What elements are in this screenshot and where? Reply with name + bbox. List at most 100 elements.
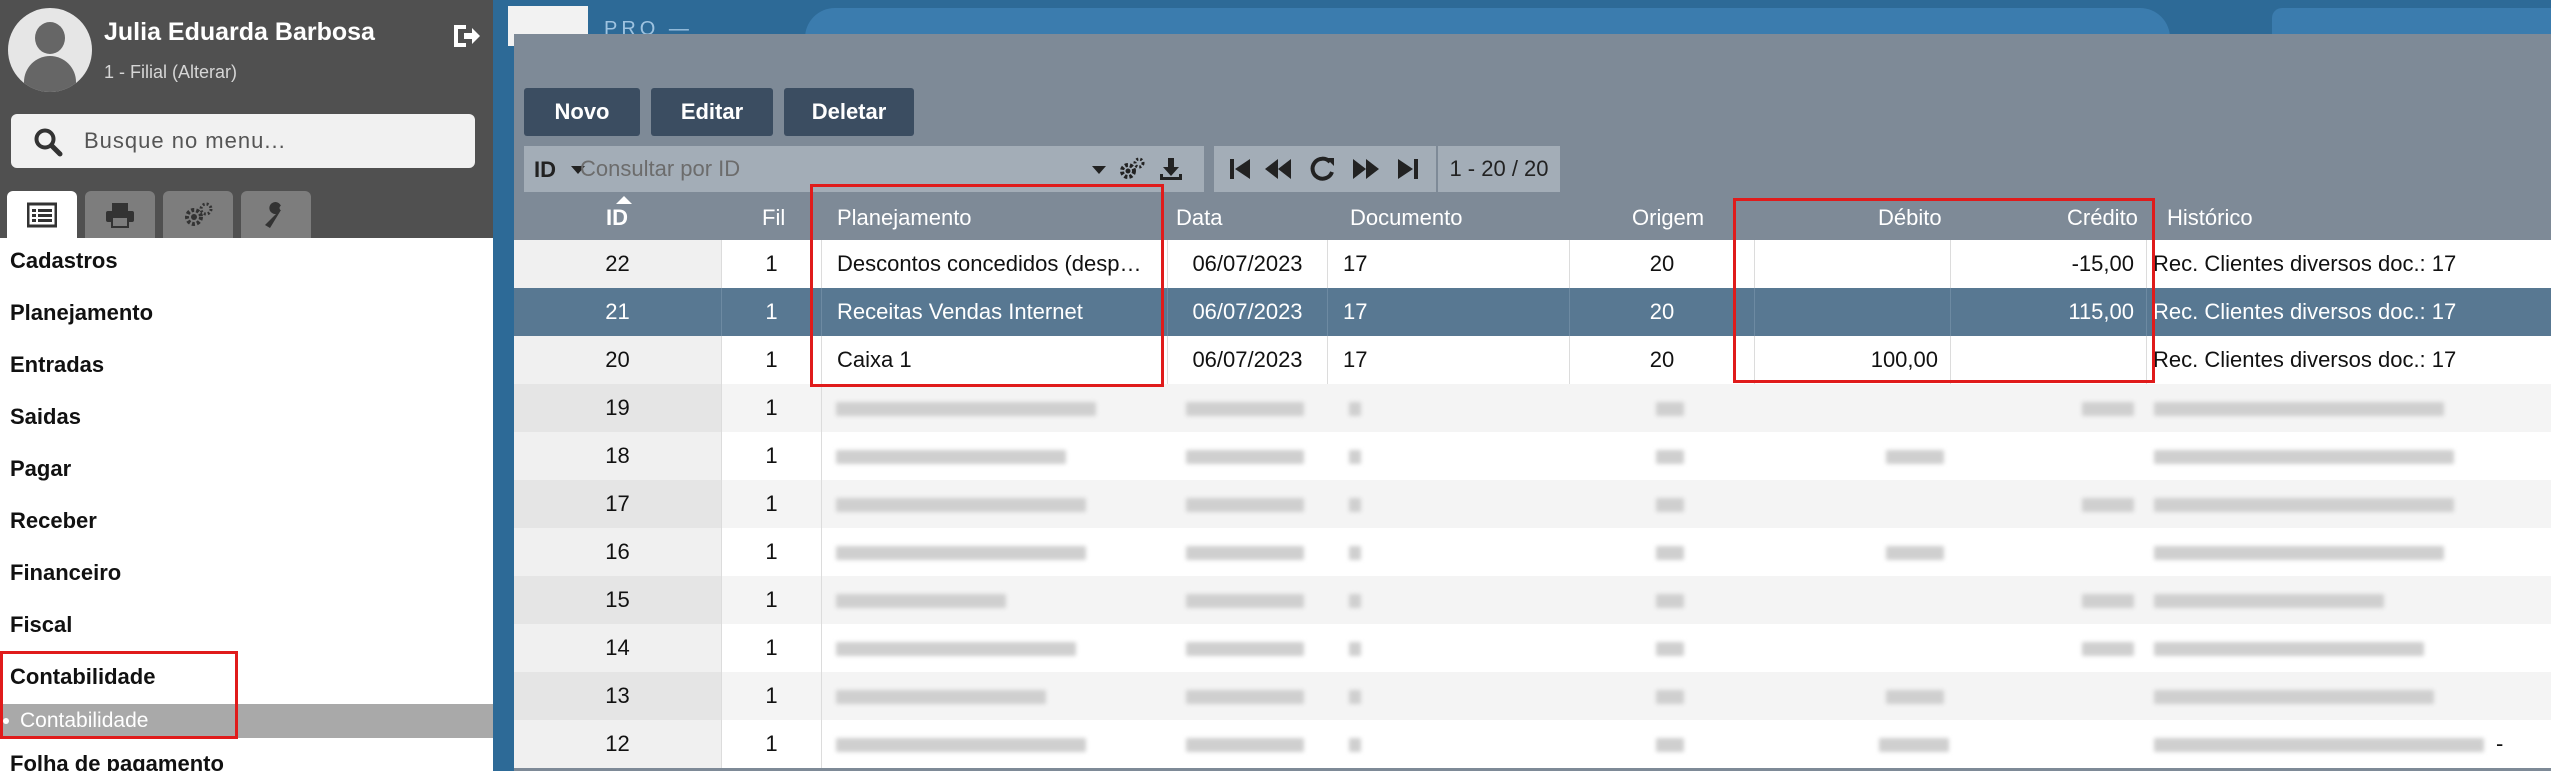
cell-fil: 1 [722, 576, 822, 624]
cell-fil: 1 [722, 624, 822, 672]
cell-id: 21 [514, 288, 722, 336]
print-icon [106, 203, 134, 228]
cell-data: 06/07/2023 [1168, 240, 1328, 288]
cell-documento: 17 [1328, 288, 1570, 336]
cell-origem: 20 [1570, 288, 1755, 336]
table-header: ID Fil Planejamento Data Documento Orige… [514, 194, 2551, 240]
table-row[interactable]: 17 1 [514, 480, 2551, 528]
cell-documento: 17 [1328, 240, 1570, 288]
prev-page-icon[interactable] [1264, 156, 1292, 182]
cell-credito: 115,00 [1951, 288, 2147, 336]
search-icon [34, 128, 63, 157]
sidebar-header: Julia Eduarda Barbosa 1 - Filial (Altera… [0, 0, 493, 238]
submenu-item-contabilidade[interactable]: Contabilidade [0, 704, 493, 738]
table-row[interactable]: 12 1 - [514, 720, 2551, 768]
tab-settings[interactable] [163, 191, 233, 238]
sidebar-item-contabilidade[interactable]: Contabilidade [10, 664, 155, 690]
column-header-documento[interactable]: Documento [1350, 205, 1463, 231]
cell-id: 19 [514, 384, 722, 432]
sidebar-item-fiscal[interactable]: Fiscal [10, 612, 72, 638]
sidebar-item-cadastros[interactable]: Cadastros [10, 248, 118, 274]
column-header-fil[interactable]: Fil [762, 205, 785, 231]
sidebar: Julia Eduarda Barbosa 1 - Filial (Altera… [0, 0, 493, 771]
column-header-credito[interactable]: Crédito [2067, 205, 2138, 231]
cell-debito [1755, 288, 1951, 336]
column-header-historico[interactable]: Histórico [2167, 205, 2253, 231]
deletar-button[interactable]: Deletar [784, 88, 914, 136]
cell-historico: Rec. Clientes diversos doc.: 17 [2153, 299, 2457, 324]
cell-data: 06/07/2023 [1168, 336, 1328, 384]
pager-count: 1 - 20 / 20 [1438, 146, 1560, 192]
cell-id: 13 [514, 672, 722, 720]
download-icon[interactable] [1158, 156, 1184, 182]
table-row[interactable]: 19 1 [514, 384, 2551, 432]
sidebar-item-pagar[interactable]: Pagar [10, 456, 71, 482]
first-page-icon[interactable] [1226, 156, 1254, 182]
table-row[interactable]: 18 1 [514, 432, 2551, 480]
table-row[interactable]: 22 1 Descontos concedidos (desp… 06/07/2… [514, 240, 2551, 288]
table-row[interactable]: 15 1 [514, 576, 2551, 624]
sidebar-item-entradas[interactable]: Entradas [10, 352, 104, 378]
cell-data: 06/07/2023 [1168, 288, 1328, 336]
cell-id: 14 [514, 624, 722, 672]
pager: 1 - 20 / 20 [1202, 146, 1560, 192]
cell-id: 16 [514, 528, 722, 576]
last-page-icon[interactable] [1394, 156, 1422, 182]
column-header-debito[interactable]: Débito [1878, 205, 1942, 231]
cell-fil: 1 [722, 240, 822, 288]
table-row-selected[interactable]: 21 1 Receitas Vendas Internet 06/07/2023… [514, 288, 2551, 336]
cell-fil: 1 [722, 288, 822, 336]
tab-tools[interactable] [241, 191, 311, 238]
next-page-icon[interactable] [1352, 156, 1380, 182]
cell-fil: 1 [722, 336, 822, 384]
sidebar-item-planejamento[interactable]: Planejamento [10, 300, 153, 326]
user-filial-link[interactable]: 1 - Filial (Alterar) [104, 62, 237, 83]
column-header-origem[interactable]: Origem [1632, 205, 1704, 231]
cell-id: 12 [514, 720, 722, 768]
cell-planejamento: Receitas Vendas Internet [822, 288, 1168, 336]
cell-planejamento: Caixa 1 [822, 336, 1168, 384]
sort-asc-icon [616, 196, 632, 204]
cell-fil: 1 [722, 480, 822, 528]
list-icon [27, 202, 57, 228]
cell-historico-trailing: - [2496, 731, 2504, 756]
column-header-planejamento[interactable]: Planejamento [837, 205, 972, 231]
gears-icon[interactable] [1118, 156, 1146, 182]
cell-debito: 100,00 [1755, 336, 1951, 384]
cell-historico: Rec. Clientes diversos doc.: 17 [2153, 251, 2457, 276]
editar-button[interactable]: Editar [651, 88, 773, 136]
refresh-icon[interactable] [1308, 156, 1336, 182]
cell-origem: 20 [1570, 240, 1755, 288]
sidebar-item-financeiro[interactable]: Financeiro [10, 560, 121, 586]
sidebar-item-folha-pagamento[interactable]: Folha de pagamento [10, 751, 224, 771]
table-row[interactable]: 16 1 [514, 528, 2551, 576]
table-row[interactable]: 13 1 [514, 672, 2551, 720]
wrench-icon [265, 202, 285, 228]
column-header-id[interactable]: ID [606, 205, 628, 231]
pager-nav [1214, 146, 1436, 192]
table-row[interactable]: 20 1 Caixa 1 06/07/2023 17 20 100,00 Rec… [514, 336, 2551, 384]
gears-icon [185, 202, 213, 226]
cell-origem: 20 [1570, 336, 1755, 384]
tab-menu-list[interactable] [7, 191, 77, 238]
table-row[interactable]: 14 1 [514, 624, 2551, 672]
novo-button[interactable]: Novo [524, 88, 640, 136]
submenu-item-label: Contabilidade [20, 709, 149, 732]
menu-search-input[interactable] [84, 122, 464, 160]
filter-dropdown-icon[interactable] [1092, 166, 1106, 174]
lancamentos-panel: Novo Editar Deletar ID Consultar por ID … [514, 34, 2551, 771]
cell-id: 20 [514, 336, 722, 384]
tab-print[interactable] [85, 191, 155, 238]
sidebar-item-receber[interactable]: Receber [10, 508, 97, 534]
cell-id: 22 [514, 240, 722, 288]
filter-field-select[interactable]: ID [534, 157, 556, 183]
column-header-data[interactable]: Data [1176, 205, 1222, 231]
avatar[interactable] [8, 8, 92, 92]
cell-id: 15 [514, 576, 722, 624]
filter-bar: ID [524, 146, 1204, 192]
cell-planejamento: Descontos concedidos (desp… [822, 240, 1168, 288]
logout-icon[interactable] [452, 22, 482, 50]
filter-input[interactable] [580, 152, 1080, 186]
sidebar-item-saidas[interactable]: Saidas [10, 404, 81, 430]
cell-fil: 1 [722, 384, 822, 432]
